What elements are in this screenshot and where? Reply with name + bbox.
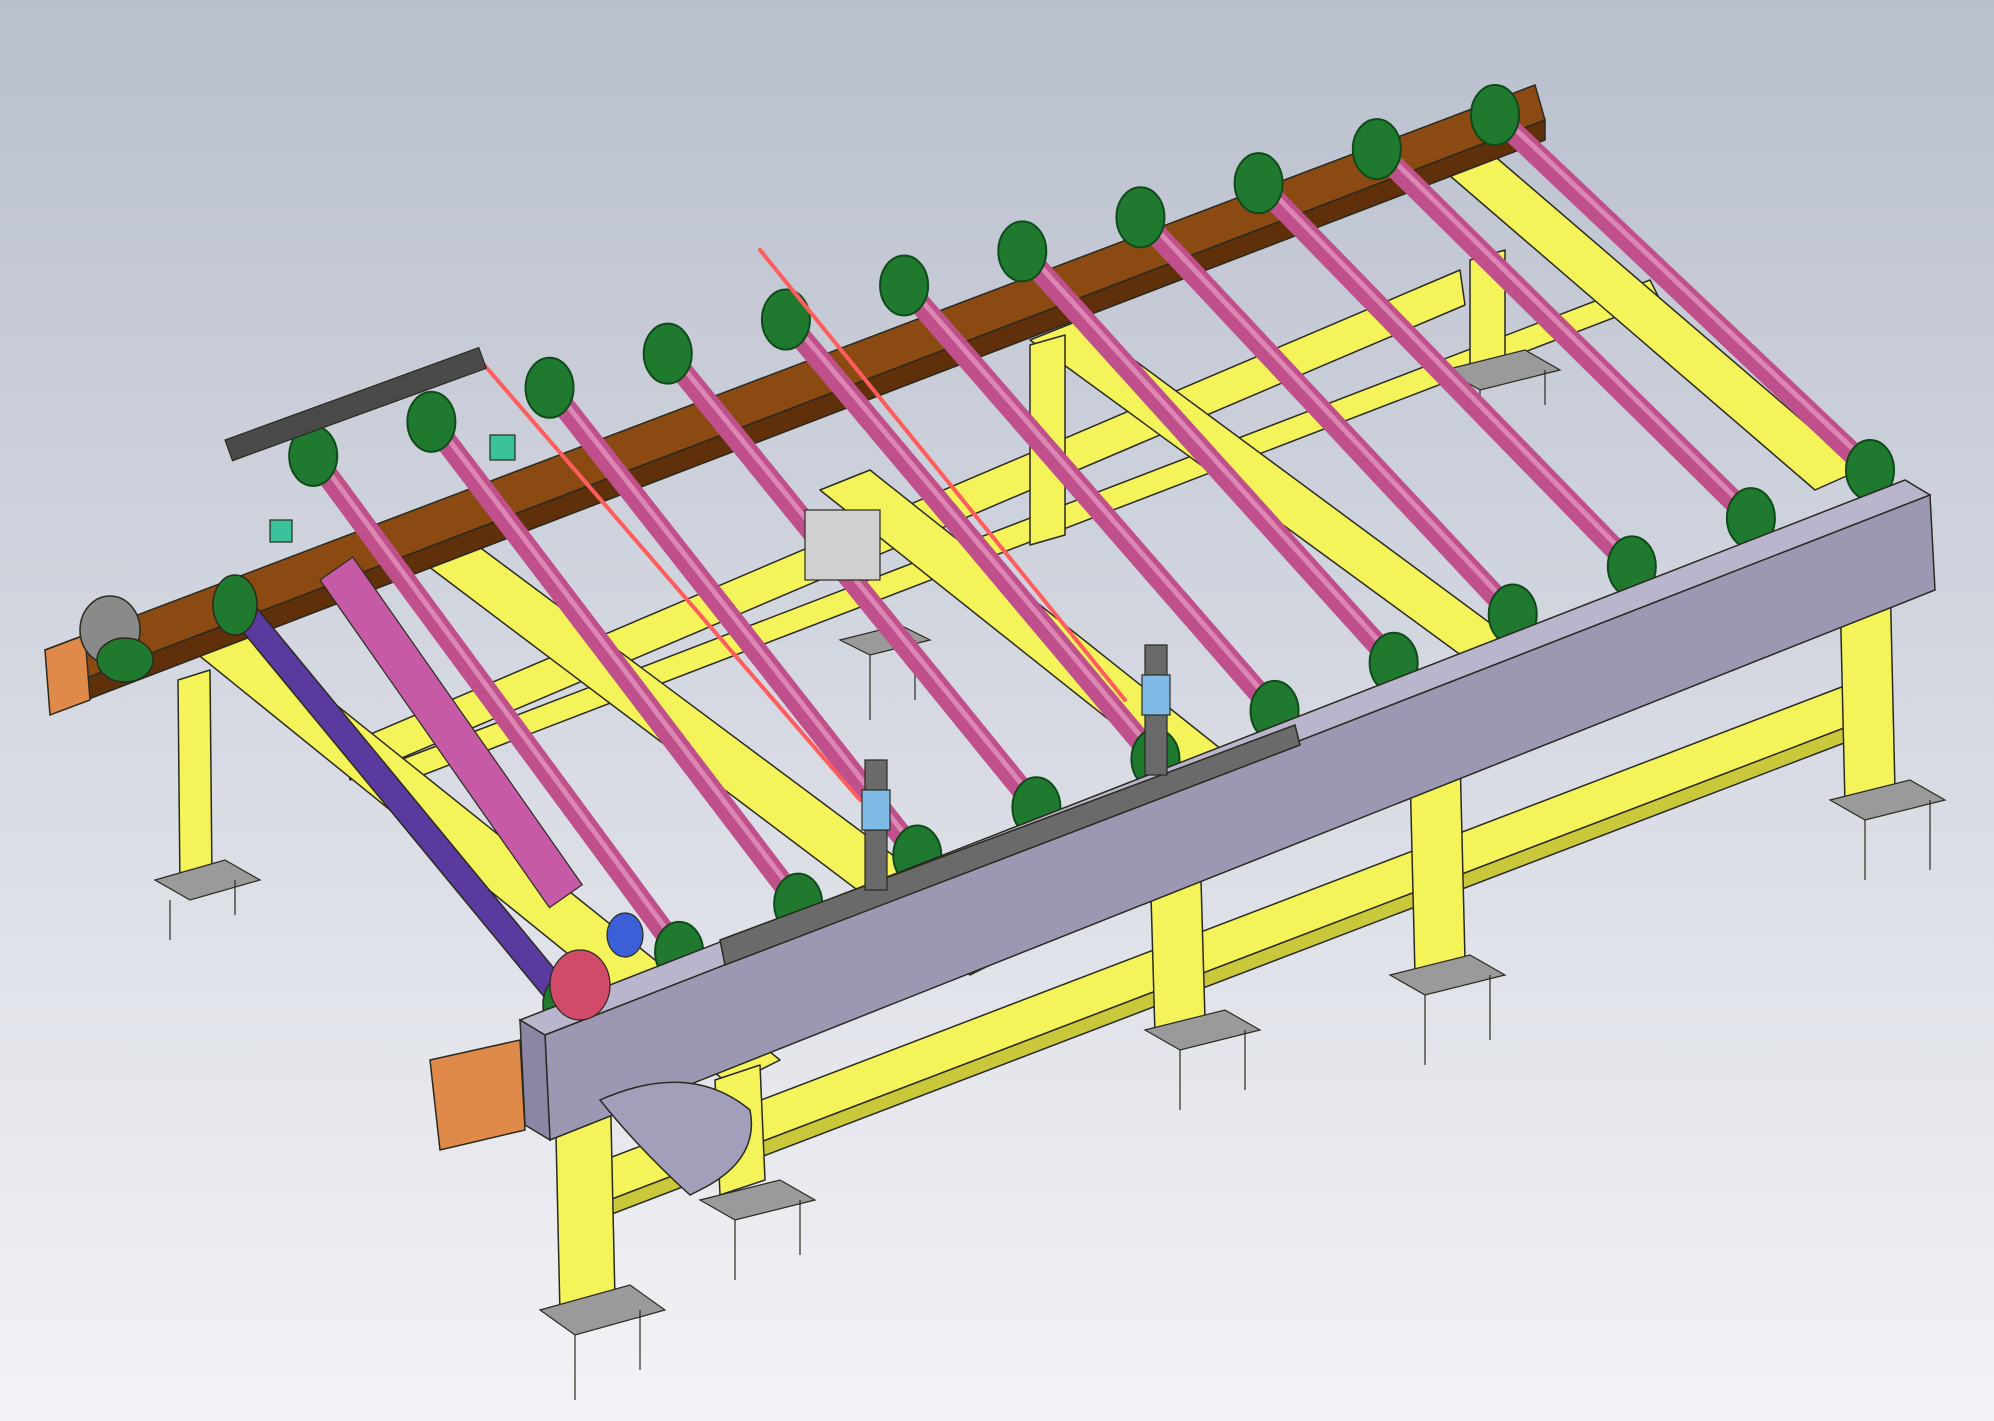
bearing-rail-3 (524, 356, 575, 419)
bearing-rail-10 (1351, 118, 1402, 181)
gear-unit (549, 949, 611, 1021)
frame-leg-1 (177, 669, 213, 891)
bearing-rail-2 (406, 390, 457, 453)
blue-bearing (606, 912, 644, 958)
bearing-rail-11 (1470, 84, 1520, 146)
bearing-rail-5 (760, 288, 811, 351)
green-sensor-1 (269, 519, 293, 543)
cad-model-canvas[interactable] (0, 0, 1994, 1421)
photo-sensor-2[interactable] (1141, 674, 1171, 716)
bearing-rail-6 (879, 254, 930, 317)
end-bracket-front (429, 1039, 526, 1151)
bearing-rail-9 (1233, 152, 1284, 215)
green-sensor-2 (489, 434, 516, 461)
cylinder-block (804, 509, 881, 581)
pusher-beam-end (519, 1018, 551, 1142)
photo-sensor-1[interactable] (861, 789, 891, 831)
bearing-rail-4 (642, 322, 693, 385)
bearing-rail-8 (1115, 186, 1166, 249)
bearing-rail-7 (997, 220, 1048, 283)
model-viewport[interactable] (0, 0, 1994, 1421)
